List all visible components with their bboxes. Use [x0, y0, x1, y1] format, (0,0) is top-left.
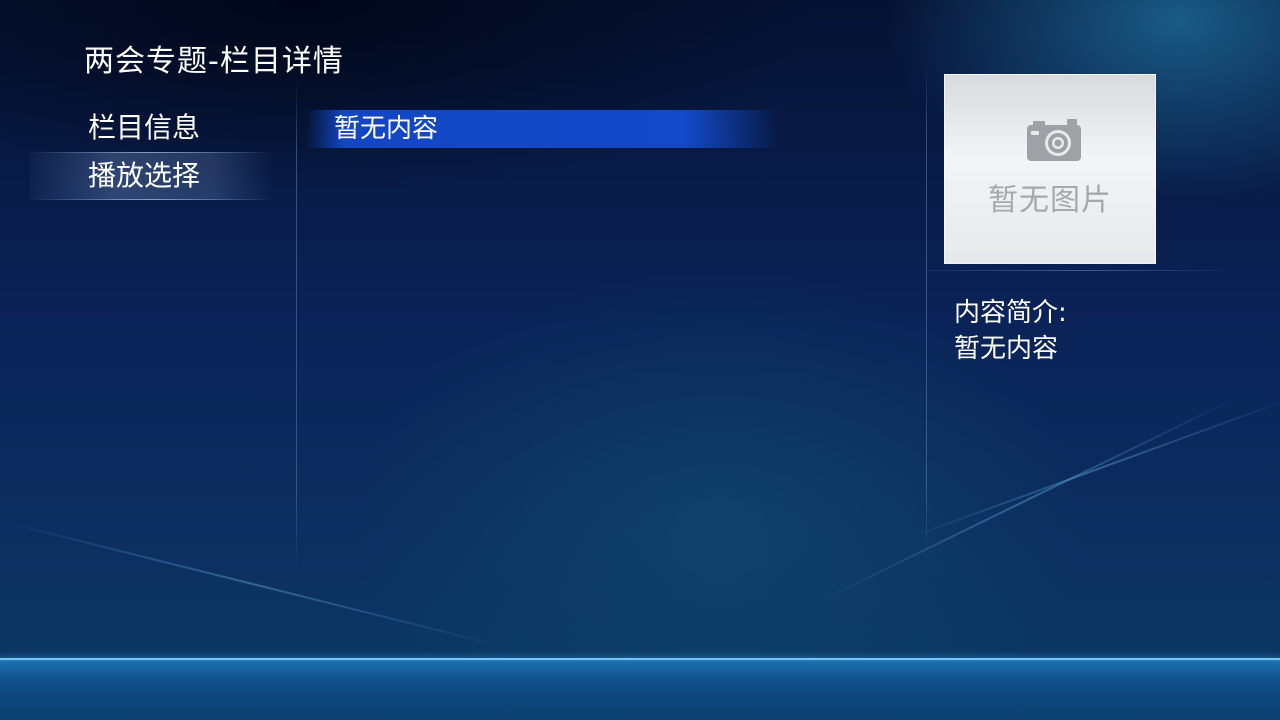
description-value: 暂无内容 [954, 334, 1059, 364]
detail-divider [926, 60, 927, 560]
sidebar-item-play-select[interactable]: 播放选择 [30, 152, 274, 200]
background-streak [819, 394, 1243, 602]
detail-horizontal-divider [928, 270, 1240, 271]
tv-app-screen: 两会专题-栏目详情 栏目信息 播放选择 暂无内容 暂无图片 内容简介: 暂无内容 [0, 0, 1280, 720]
background-streak [0, 520, 505, 648]
sidebar-item-column-info[interactable]: 栏目信息 [30, 104, 274, 152]
page-title: 两会专题-栏目详情 [84, 44, 344, 79]
sidebar-divider [296, 78, 297, 568]
poster-placeholder-text: 暂无图片 [988, 183, 1112, 218]
description-label: 内容简介: [954, 298, 1067, 328]
poster-placeholder: 暂无图片 [944, 74, 1156, 264]
camera-icon [1027, 119, 1081, 161]
bottom-bar [0, 658, 1280, 720]
content-list-item[interactable]: 暂无内容 [306, 110, 780, 148]
